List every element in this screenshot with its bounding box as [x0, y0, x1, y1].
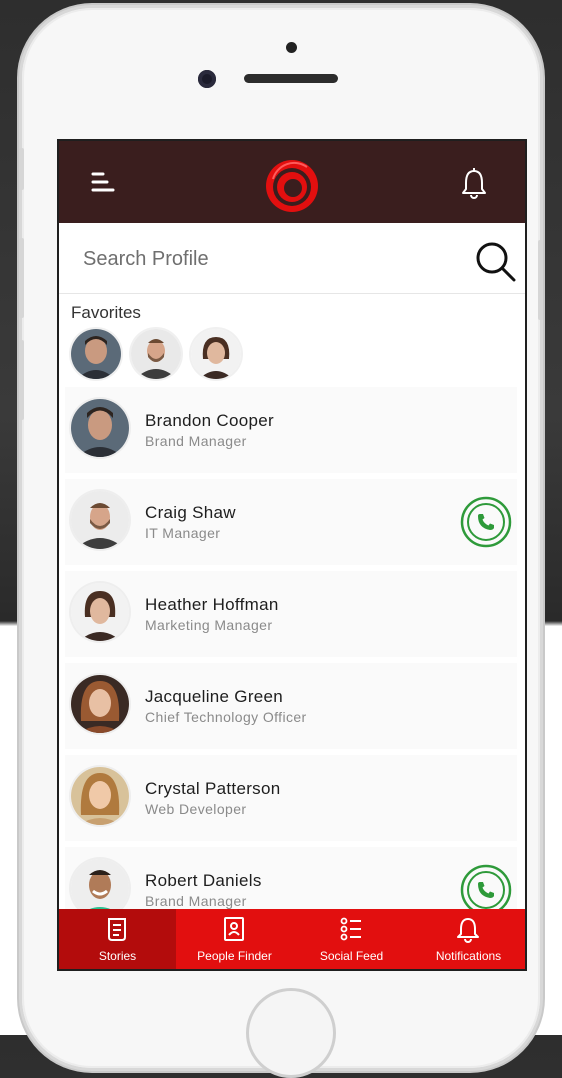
front-camera [198, 70, 216, 88]
contact-role: Brand Manager [145, 893, 247, 909]
contact-row[interactable]: Craig Shaw IT Manager [65, 479, 517, 565]
stories-icon [108, 918, 126, 941]
contact-role: Marketing Manager [145, 617, 273, 633]
contact-name: Craig Shaw [145, 503, 236, 522]
ring-logo-icon [266, 160, 318, 212]
bottom-navigation: Stories People Finder Social Feed Notifi… [59, 909, 525, 969]
proximity-sensor [286, 42, 297, 53]
bell-icon[interactable] [459, 167, 489, 199]
contact-row[interactable]: Jacqueline Green Chief Technology Office… [65, 663, 517, 749]
contact-row[interactable]: Brandon Cooper Brand Manager [65, 387, 517, 473]
menu-icon[interactable] [87, 167, 117, 197]
contact-role: Chief Technology Officer [145, 709, 307, 725]
avatar [71, 399, 129, 457]
app-screen: Favorites Brandon Cooper Brand Manager C… [57, 139, 527, 971]
top-bar [59, 141, 525, 223]
contact-name: Crystal Patterson [145, 779, 281, 798]
nav-social-feed[interactable]: Social Feed [293, 909, 410, 969]
nav-label: Stories [98, 949, 137, 963]
contact-role: Brand Manager [145, 433, 247, 449]
contact-row[interactable]: Crystal Patterson Web Developer [65, 755, 517, 841]
volume-up-button [19, 238, 24, 318]
home-button[interactable] [246, 988, 336, 1078]
contact-row[interactable]: Heather Hoffman Marketing Manager [65, 571, 517, 657]
search-input[interactable] [81, 241, 445, 277]
mute-switch [19, 148, 24, 190]
search-bar [59, 223, 525, 294]
nav-label: People Finder [197, 949, 272, 963]
list-icon [340, 917, 361, 941]
favorite-avatar[interactable] [71, 329, 121, 379]
contact-role: IT Manager [145, 525, 221, 541]
bell-icon [457, 918, 479, 943]
search-icon[interactable] [473, 239, 517, 283]
avatar [71, 675, 129, 733]
volume-down-button [19, 340, 24, 420]
contact-name: Jacqueline Green [145, 687, 284, 706]
contact-name: Robert Daniels [145, 871, 262, 890]
avatar [71, 767, 129, 825]
avatar [71, 491, 129, 549]
favorites-label: Favorites [71, 303, 141, 322]
favorite-avatar[interactable] [131, 329, 181, 379]
power-button [538, 240, 543, 320]
contacts-book-icon [224, 917, 244, 941]
phone-call-icon[interactable] [459, 495, 513, 549]
nav-label: Notifications [435, 949, 502, 963]
nav-label: Social Feed [319, 949, 384, 963]
avatar [71, 583, 129, 641]
contact-role: Web Developer [145, 801, 247, 817]
nav-people-finder[interactable]: People Finder [176, 909, 293, 969]
contact-name: Brandon Cooper [145, 411, 274, 430]
nav-notifications[interactable]: Notifications [410, 909, 525, 969]
nav-stories[interactable]: Stories [59, 909, 176, 969]
favorite-avatar[interactable] [191, 329, 241, 379]
earpiece-speaker [244, 74, 338, 83]
contact-name: Heather Hoffman [145, 595, 279, 614]
